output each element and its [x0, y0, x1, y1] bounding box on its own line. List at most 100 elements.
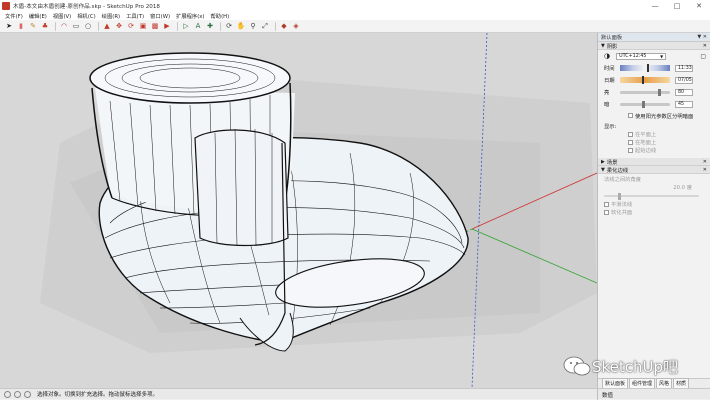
time-slider[interactable]: [620, 64, 670, 72]
close-icon[interactable]: ✕: [703, 159, 707, 165]
instructor-icon[interactable]: [24, 390, 31, 398]
push-pull-icon[interactable]: ▲: [102, 21, 112, 31]
sketchup-app-icon: [2, 1, 10, 10]
close-icon[interactable]: ✕: [703, 167, 707, 173]
title-bar: 木盾-本文由木盾创建-原创作品.skp - SketchUp Pro 2018 …: [0, 0, 710, 11]
time-slider-knob[interactable]: [647, 64, 649, 72]
window-title: 木盾-本文由木盾创建-原创作品.skp - SketchUp Pro 2018: [13, 3, 160, 10]
normal-angle-label: 法线之间的角度: [604, 176, 642, 183]
utc-select[interactable]: UTC+12:45: [616, 52, 667, 60]
menu-view[interactable]: 视图(V): [50, 12, 74, 20]
menu-edit[interactable]: 编辑(E): [26, 12, 50, 20]
date-slider[interactable]: [620, 76, 670, 84]
toolbar-separator: [275, 21, 276, 31]
watermark: SketchUp吧: [562, 355, 678, 377]
light-slider-knob[interactable]: [658, 88, 661, 96]
date-input[interactable]: 07/05: [675, 76, 693, 84]
dark-label: 暗: [604, 102, 610, 108]
from-edges-checkbox[interactable]: [628, 147, 633, 153]
menu-bar: 文件(F) 编辑(E) 视图(V) 相机(C) 绘图(R) 工具(T) 窗口(W…: [0, 11, 710, 20]
measurements-box[interactable]: 数值: [597, 389, 710, 400]
menu-window[interactable]: 窗口(W): [147, 12, 173, 20]
pencil-icon[interactable]: ✎: [28, 21, 38, 31]
pin-icon[interactable]: ▼ ✕: [697, 34, 707, 40]
smooth-normals-checkbox[interactable]: [604, 201, 609, 207]
offset-icon[interactable]: ▩: [150, 21, 160, 31]
date-value: 07/05: [678, 77, 692, 83]
minimize-icon[interactable]: —: [644, 0, 666, 11]
scenes-title: 场景: [606, 159, 618, 166]
dark-slider[interactable]: [620, 100, 670, 108]
date-slider-knob[interactable]: [642, 76, 644, 84]
paint-icon[interactable]: ♣: [40, 21, 50, 31]
soften-coplanar-label: 软化共面: [611, 210, 633, 216]
time-input[interactable]: 11:33: [675, 64, 693, 72]
dropdown-arrow-icon: ▼: [660, 53, 664, 59]
shadows-section-header[interactable]: ▼ 阴影 ✕: [598, 42, 710, 50]
toolbar-separator: [220, 21, 221, 31]
dark-slider-knob[interactable]: [642, 100, 645, 108]
angle-slider[interactable]: [604, 192, 699, 200]
menu-tools[interactable]: 工具(T): [123, 12, 147, 20]
zoom-extents-icon[interactable]: ⤢: [260, 21, 270, 31]
modeling-viewport[interactable]: [0, 33, 597, 388]
text-icon[interactable]: A: [193, 21, 203, 31]
rotate-icon[interactable]: ⟳: [126, 21, 136, 31]
menu-file[interactable]: 文件(F): [2, 12, 26, 20]
credits-icon[interactable]: [14, 390, 21, 398]
smooth-normals-label: 平滑法线: [611, 202, 633, 208]
utc-value: UTC+12:45: [619, 53, 647, 59]
eraser-icon[interactable]: ▮: [16, 21, 26, 31]
orbit-icon[interactable]: ⟳: [224, 21, 234, 31]
zoom-icon[interactable]: ⚲: [248, 21, 258, 31]
dark-input[interactable]: 45: [675, 100, 693, 108]
model-canvas[interactable]: [0, 33, 597, 388]
menu-help[interactable]: 帮助(H): [207, 12, 232, 20]
scale-icon[interactable]: ▣: [138, 21, 148, 31]
sun-shading-checkbox[interactable]: [628, 113, 633, 118]
toolbar-separator: [98, 21, 99, 31]
circle-icon[interactable]: ○: [83, 21, 93, 31]
close-icon[interactable]: ✕: [688, 0, 710, 11]
collapse-arrow-icon: ▶: [601, 158, 605, 165]
light-slider[interactable]: [620, 88, 670, 96]
display-label: 显示:: [604, 123, 617, 130]
time-value: 11:33: [678, 65, 692, 71]
geo-location-icon[interactable]: [4, 390, 11, 398]
rectangle-icon[interactable]: ▭: [71, 21, 81, 31]
on-faces-checkbox[interactable]: [628, 131, 633, 137]
shadows-title: 阴影: [606, 43, 618, 50]
maximize-icon[interactable]: □: [666, 0, 688, 11]
soften-title: 柔化边线: [606, 167, 629, 174]
close-icon[interactable]: ✕: [703, 43, 707, 49]
follow-me-icon[interactable]: ▶: [162, 21, 172, 31]
move-icon[interactable]: ✥: [114, 21, 124, 31]
shadow-settings-icon[interactable]: ▢: [700, 53, 706, 60]
date-label: 日期: [604, 78, 615, 84]
arc-icon[interactable]: ◠: [59, 21, 69, 31]
angle-slider-knob[interactable]: [618, 192, 621, 200]
components-icon[interactable]: ◆: [279, 21, 289, 31]
on-ground-checkbox[interactable]: [628, 139, 633, 145]
time-label: 时间: [604, 66, 615, 72]
tape-icon[interactable]: ▷: [181, 21, 191, 31]
soften-coplanar-checkbox[interactable]: [604, 209, 609, 215]
menu-draw[interactable]: 绘图(R): [99, 12, 123, 20]
toolbar-separator: [55, 21, 56, 31]
pan-icon[interactable]: ✋: [236, 21, 246, 31]
from-edges-label: 起始边线: [635, 148, 657, 154]
toolbar-separator: [177, 21, 178, 31]
tray-title: 默认面板: [601, 35, 623, 41]
axes-icon[interactable]: ✚: [205, 21, 215, 31]
select-icon[interactable]: ➤: [4, 21, 14, 31]
menu-camera[interactable]: 相机(C): [74, 12, 98, 20]
section-icon[interactable]: ◈: [291, 21, 301, 31]
menu-extensions[interactable]: 扩展程序(x): [173, 12, 207, 20]
watermark-text: SketchUp吧: [592, 357, 679, 376]
on-ground-label: 在地面上: [635, 140, 657, 146]
dark-value: 45: [678, 101, 685, 107]
shadows-toggle-icon[interactable]: ◑: [604, 52, 610, 60]
soften-section-header[interactable]: ▼ 柔化边线 ✕: [598, 166, 710, 174]
expand-arrow-icon: ▼: [601, 42, 605, 49]
light-input[interactable]: 80: [675, 88, 693, 96]
